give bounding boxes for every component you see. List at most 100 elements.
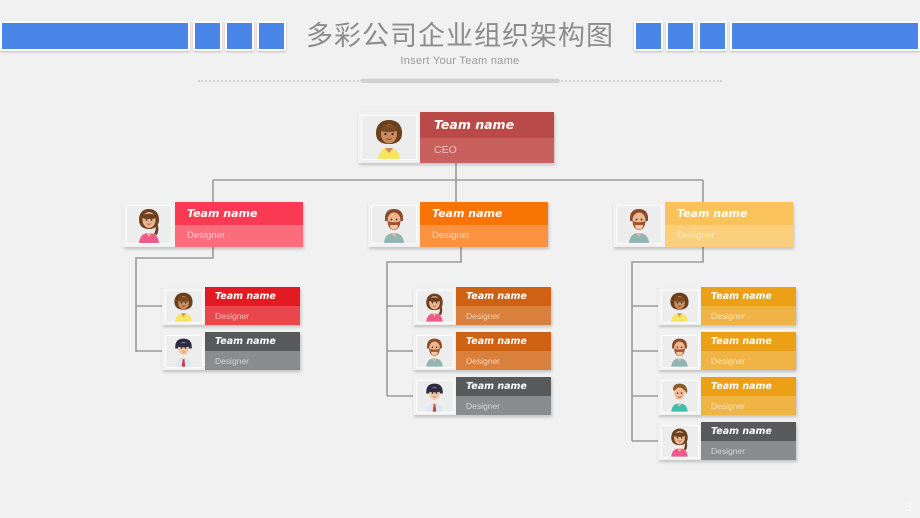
avatar-man-beard-teal-icon xyxy=(374,206,414,243)
avatar-man-beard-teal-icon xyxy=(663,335,696,367)
card-name: Team name xyxy=(432,206,503,220)
avatar-man-beard-teal-icon xyxy=(418,335,451,367)
avatar-woman-curly-yellow-icon xyxy=(663,290,696,322)
avatar xyxy=(361,115,417,160)
card-name: Team name xyxy=(466,336,527,347)
avatar xyxy=(415,379,454,413)
card-role: Designer xyxy=(711,355,746,366)
org-card-branch3-child4[interactable]: Team name Designer xyxy=(658,422,796,460)
card-text: Team name Designer xyxy=(701,332,796,370)
card-role: Designer xyxy=(677,230,716,242)
card-role: Designer xyxy=(711,445,746,456)
avatar-woman-ponytail-pink-icon xyxy=(663,425,696,457)
card-bottom-row: Designer xyxy=(701,396,796,415)
card-role: Designer xyxy=(215,355,250,366)
card-role: Designer xyxy=(432,230,471,242)
avatar-man-beard-teal-icon xyxy=(619,206,659,243)
page-subtitle: Insert Your Team name xyxy=(400,55,520,67)
avatar-man-dark-tie-icon xyxy=(418,380,451,412)
title-divider xyxy=(198,78,722,84)
card-text: Team name Designer xyxy=(205,287,300,325)
card-top-row: Team name xyxy=(420,202,548,225)
card-text: Team name Designer xyxy=(701,287,796,325)
card-role: Designer xyxy=(711,400,746,411)
card-top-row: Team name xyxy=(205,332,300,351)
card-text: Team name Designer xyxy=(456,377,551,415)
card-bottom-row: CEO xyxy=(420,137,554,163)
card-bottom-row: Designer xyxy=(701,306,796,325)
divider-pill xyxy=(360,78,560,83)
avatar xyxy=(660,289,699,323)
card-name: Team name xyxy=(677,206,748,220)
card-top-row: Team name xyxy=(701,287,796,306)
card-name: Team name xyxy=(434,117,515,133)
card-name: Team name xyxy=(215,291,276,302)
card-bottom-row: Designer xyxy=(701,441,796,460)
card-top-row: Team name xyxy=(456,377,551,396)
org-card-branch1-child1[interactable]: Team name Designer xyxy=(162,287,300,325)
avatar-woman-ponytail-pink-icon xyxy=(418,290,451,322)
org-card-branch3-head[interactable]: Team name Designer xyxy=(613,202,793,247)
card-name: Team name xyxy=(711,426,772,437)
card-text: Team name Designer xyxy=(701,377,796,415)
avatar xyxy=(415,334,454,368)
card-name: Team name xyxy=(466,381,527,392)
card-name: Team name xyxy=(711,381,772,392)
avatar-woman-curly-yellow-icon xyxy=(364,116,414,159)
card-role: Designer xyxy=(215,310,250,321)
card-bottom-row: Designer xyxy=(701,351,796,370)
org-card-branch3-child3[interactable]: Team name Designer xyxy=(658,377,796,415)
org-card-ceo[interactable]: Team name CEO xyxy=(358,112,554,163)
avatar-woman-ponytail-pink-icon xyxy=(129,206,169,243)
card-top-row: Team name xyxy=(456,332,551,351)
avatar xyxy=(164,334,203,368)
avatar xyxy=(164,289,203,323)
org-card-branch3-child1[interactable]: Team name Designer xyxy=(658,287,796,325)
card-top-row: Team name xyxy=(205,287,300,306)
avatar-woman-curly-yellow-icon xyxy=(167,290,200,322)
avatar-boy-short-teal-icon xyxy=(663,380,696,412)
org-card-branch1-head[interactable]: Team name Designer xyxy=(123,202,303,247)
card-name: Team name xyxy=(215,336,276,347)
card-bottom-row: Designer xyxy=(420,224,548,247)
card-bottom-row: Designer xyxy=(456,351,551,370)
slide-canvas: 多彩公司企业组织架构图 Insert Your Team name Team n… xyxy=(0,0,920,518)
avatar xyxy=(616,205,662,244)
card-role: Designer xyxy=(466,400,501,411)
card-text: Team name CEO xyxy=(420,112,554,163)
org-card-branch2-child1[interactable]: Team name Designer xyxy=(413,287,551,325)
avatar xyxy=(371,205,417,244)
card-top-row: Team name xyxy=(665,202,793,225)
card-text: Team name Designer xyxy=(456,287,551,325)
card-top-row: Team name xyxy=(701,332,796,351)
card-name: Team name xyxy=(466,291,527,302)
card-top-row: Team name xyxy=(175,202,303,225)
card-role: Designer xyxy=(187,230,226,242)
card-top-row: Team name xyxy=(420,112,554,138)
card-bottom-row: Designer xyxy=(456,306,551,325)
card-top-row: Team name xyxy=(456,287,551,306)
card-text: Team name Designer xyxy=(205,332,300,370)
card-name: Team name xyxy=(711,336,772,347)
page-number: 3 xyxy=(905,500,912,514)
card-text: Team name Designer xyxy=(701,422,796,460)
org-card-branch2-child2[interactable]: Team name Designer xyxy=(413,332,551,370)
org-card-branch1-child2[interactable]: Team name Designer xyxy=(162,332,300,370)
org-card-branch2-head[interactable]: Team name Designer xyxy=(368,202,548,247)
card-text: Team name Designer xyxy=(420,202,548,247)
card-bottom-row: Designer xyxy=(456,396,551,415)
org-card-branch2-child3[interactable]: Team name Designer xyxy=(413,377,551,415)
card-text: Team name Designer xyxy=(665,202,793,247)
avatar xyxy=(660,334,699,368)
avatar xyxy=(660,379,699,413)
card-bottom-row: Designer xyxy=(175,224,303,247)
card-bottom-row: Designer xyxy=(205,306,300,325)
card-name: Team name xyxy=(187,206,258,220)
card-bottom-row: Designer xyxy=(665,224,793,247)
avatar-man-dark-tie-icon xyxy=(167,335,200,367)
avatar xyxy=(660,424,699,458)
card-text: Team name Designer xyxy=(175,202,303,247)
card-role: Designer xyxy=(466,355,501,366)
org-card-branch3-child2[interactable]: Team name Designer xyxy=(658,332,796,370)
card-top-row: Team name xyxy=(701,377,796,396)
